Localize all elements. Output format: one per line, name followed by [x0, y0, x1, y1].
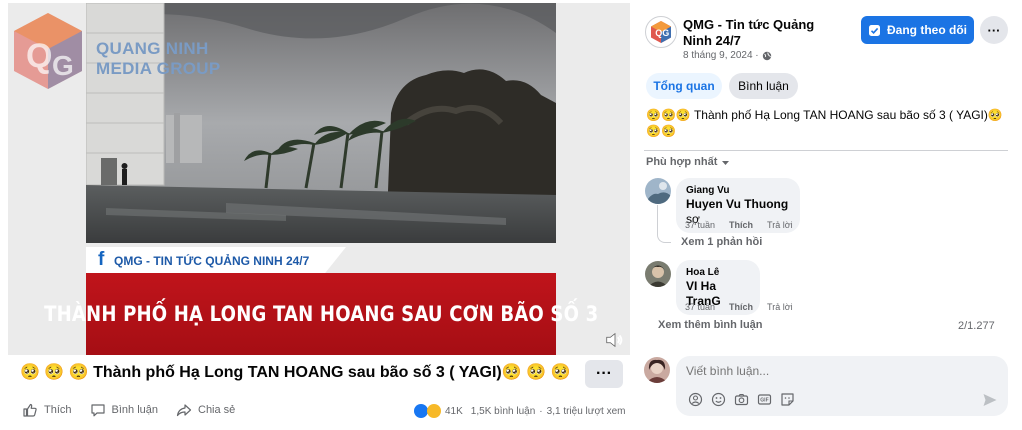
comment-button[interactable]: Bình luận — [90, 402, 158, 418]
like-button[interactable]: Thích — [22, 402, 72, 418]
commenter-avatar[interactable] — [645, 261, 671, 287]
qmg-logo-icon: QG — [651, 21, 671, 43]
headline-banner: THÀNH PHỐ HẠ LONG TAN HOANG SAU CƠN BÃO … — [44, 273, 598, 355]
facebook-f-icon: f — [98, 249, 105, 270]
globe-icon — [762, 51, 771, 60]
source-caption-strip: f QMG - TIN TỨC QUẢNG NINH 24/7 — [86, 247, 346, 273]
sort-label: Phù hợp nhất — [646, 156, 718, 168]
comment-time[interactable]: 37 tuần — [685, 220, 715, 230]
tab-overview[interactable]: Tổng quan — [646, 73, 722, 99]
comment-like-button[interactable]: Thích — [729, 220, 753, 230]
post-title: 🥺 🥺 🥺 Thành phố Hạ Long TAN HOANG sau bã… — [20, 364, 571, 381]
comment-reply-button[interactable]: Trả lời — [767, 220, 793, 230]
view-replies-link[interactable]: Xem 1 phản hồi — [681, 236, 762, 248]
svg-text:GIF: GIF — [760, 398, 768, 404]
comment-like-button[interactable]: Thích — [729, 302, 753, 312]
gif-icon[interactable]: GIF — [757, 392, 772, 407]
comment-input[interactable] — [686, 364, 986, 378]
tab-comments[interactable]: Bình luận — [729, 73, 798, 99]
comment-meta: 37 tuần Thích Trả lời — [685, 220, 793, 230]
comment-pagination-count: 2/1.277 — [958, 320, 995, 332]
post-stats: 41K 1,5K bình luận · 3,1 triệu lượt xem — [414, 404, 625, 418]
comment-composer[interactable]: GIF — [676, 356, 1008, 416]
emoji-icon[interactable] — [711, 392, 726, 407]
comment-author[interactable]: Giang Vu — [686, 184, 790, 197]
post-date[interactable]: 8 tháng 9, 2024 · — [683, 50, 772, 61]
caret-down-icon — [722, 160, 730, 165]
post-action-bar: Thích Bình luận Chia sẻ — [22, 402, 235, 418]
comments-sidebar: QG QMG - Tin tức Quảng Ninh 24/7 8 tháng… — [636, 0, 1022, 430]
svg-text:QG: QG — [655, 28, 669, 38]
share-label: Chia sẻ — [198, 404, 236, 416]
current-user-avatar[interactable] — [644, 357, 670, 383]
sticker-icon[interactable] — [780, 392, 795, 407]
following-label: Đang theo dõi — [887, 23, 967, 37]
share-button[interactable]: Chia sẻ — [176, 402, 235, 418]
comment-sort-dropdown[interactable]: Phù hợp nhất — [646, 156, 730, 168]
comment-author[interactable]: Hoa Lê — [686, 266, 750, 279]
like-label: Thích — [44, 404, 72, 416]
page-avatar[interactable]: QG — [645, 16, 677, 48]
avatar-sticker-icon[interactable] — [688, 392, 703, 407]
comment-meta: 37 tuần Thích Trả lời — [685, 302, 793, 312]
svg-text:Q: Q — [26, 37, 52, 75]
commenter-avatar[interactable] — [645, 178, 671, 204]
comment-count-link[interactable]: 1,5K bình luận — [471, 406, 536, 417]
brand-watermark-text: QUANG NINH MEDIA GROUP — [96, 39, 221, 78]
comment-time[interactable]: 37 tuần — [685, 302, 715, 312]
page-name-link[interactable]: QMG - Tin tức Quảng Ninh 24/7 — [683, 17, 843, 49]
like-reaction-icon — [414, 404, 428, 418]
divider — [644, 150, 1008, 151]
post-date-text: 8 tháng 9, 2024 · — [683, 50, 759, 61]
send-icon[interactable] — [982, 392, 998, 408]
sidebar-more-button[interactable]: ··· — [980, 16, 1008, 44]
comment-reply-button[interactable]: Trả lời — [767, 302, 793, 312]
reaction-count[interactable]: 41K — [445, 406, 463, 417]
thumbs-up-icon — [23, 403, 37, 417]
svg-text:G: G — [52, 50, 74, 81]
following-check-icon — [869, 24, 880, 36]
comment-label: Bình luận — [111, 404, 158, 416]
view-count: 3,1 triệu lượt xem — [546, 405, 626, 417]
video-player[interactable]: Q G QUANG NINH MEDIA GROUP f QMG - TIN T… — [8, 3, 630, 355]
headline-banner-text: THÀNH PHỐ HẠ LONG TAN HOANG SAU CƠN BÃO … — [43, 302, 599, 326]
camera-icon[interactable] — [734, 392, 749, 407]
comment-mention[interactable]: Huyen Vu Thuong — [686, 197, 788, 211]
comment-icon — [90, 404, 105, 417]
following-button[interactable]: Đang theo dõi — [861, 16, 974, 44]
post-more-button[interactable]: ··· — [585, 360, 623, 388]
reply-thread-line — [657, 205, 671, 243]
volume-icon[interactable] — [604, 329, 626, 351]
share-icon — [176, 404, 192, 417]
composer-toolbar: GIF — [688, 392, 795, 407]
stats-separator: · — [539, 405, 543, 417]
view-more-comments-link[interactable]: Xem thêm bình luận — [658, 319, 763, 331]
sad-reaction-icon — [427, 404, 441, 418]
post-caption: 🥺🥺🥺 Thành phố Hạ Long TAN HOANG sau bão … — [646, 108, 1003, 138]
